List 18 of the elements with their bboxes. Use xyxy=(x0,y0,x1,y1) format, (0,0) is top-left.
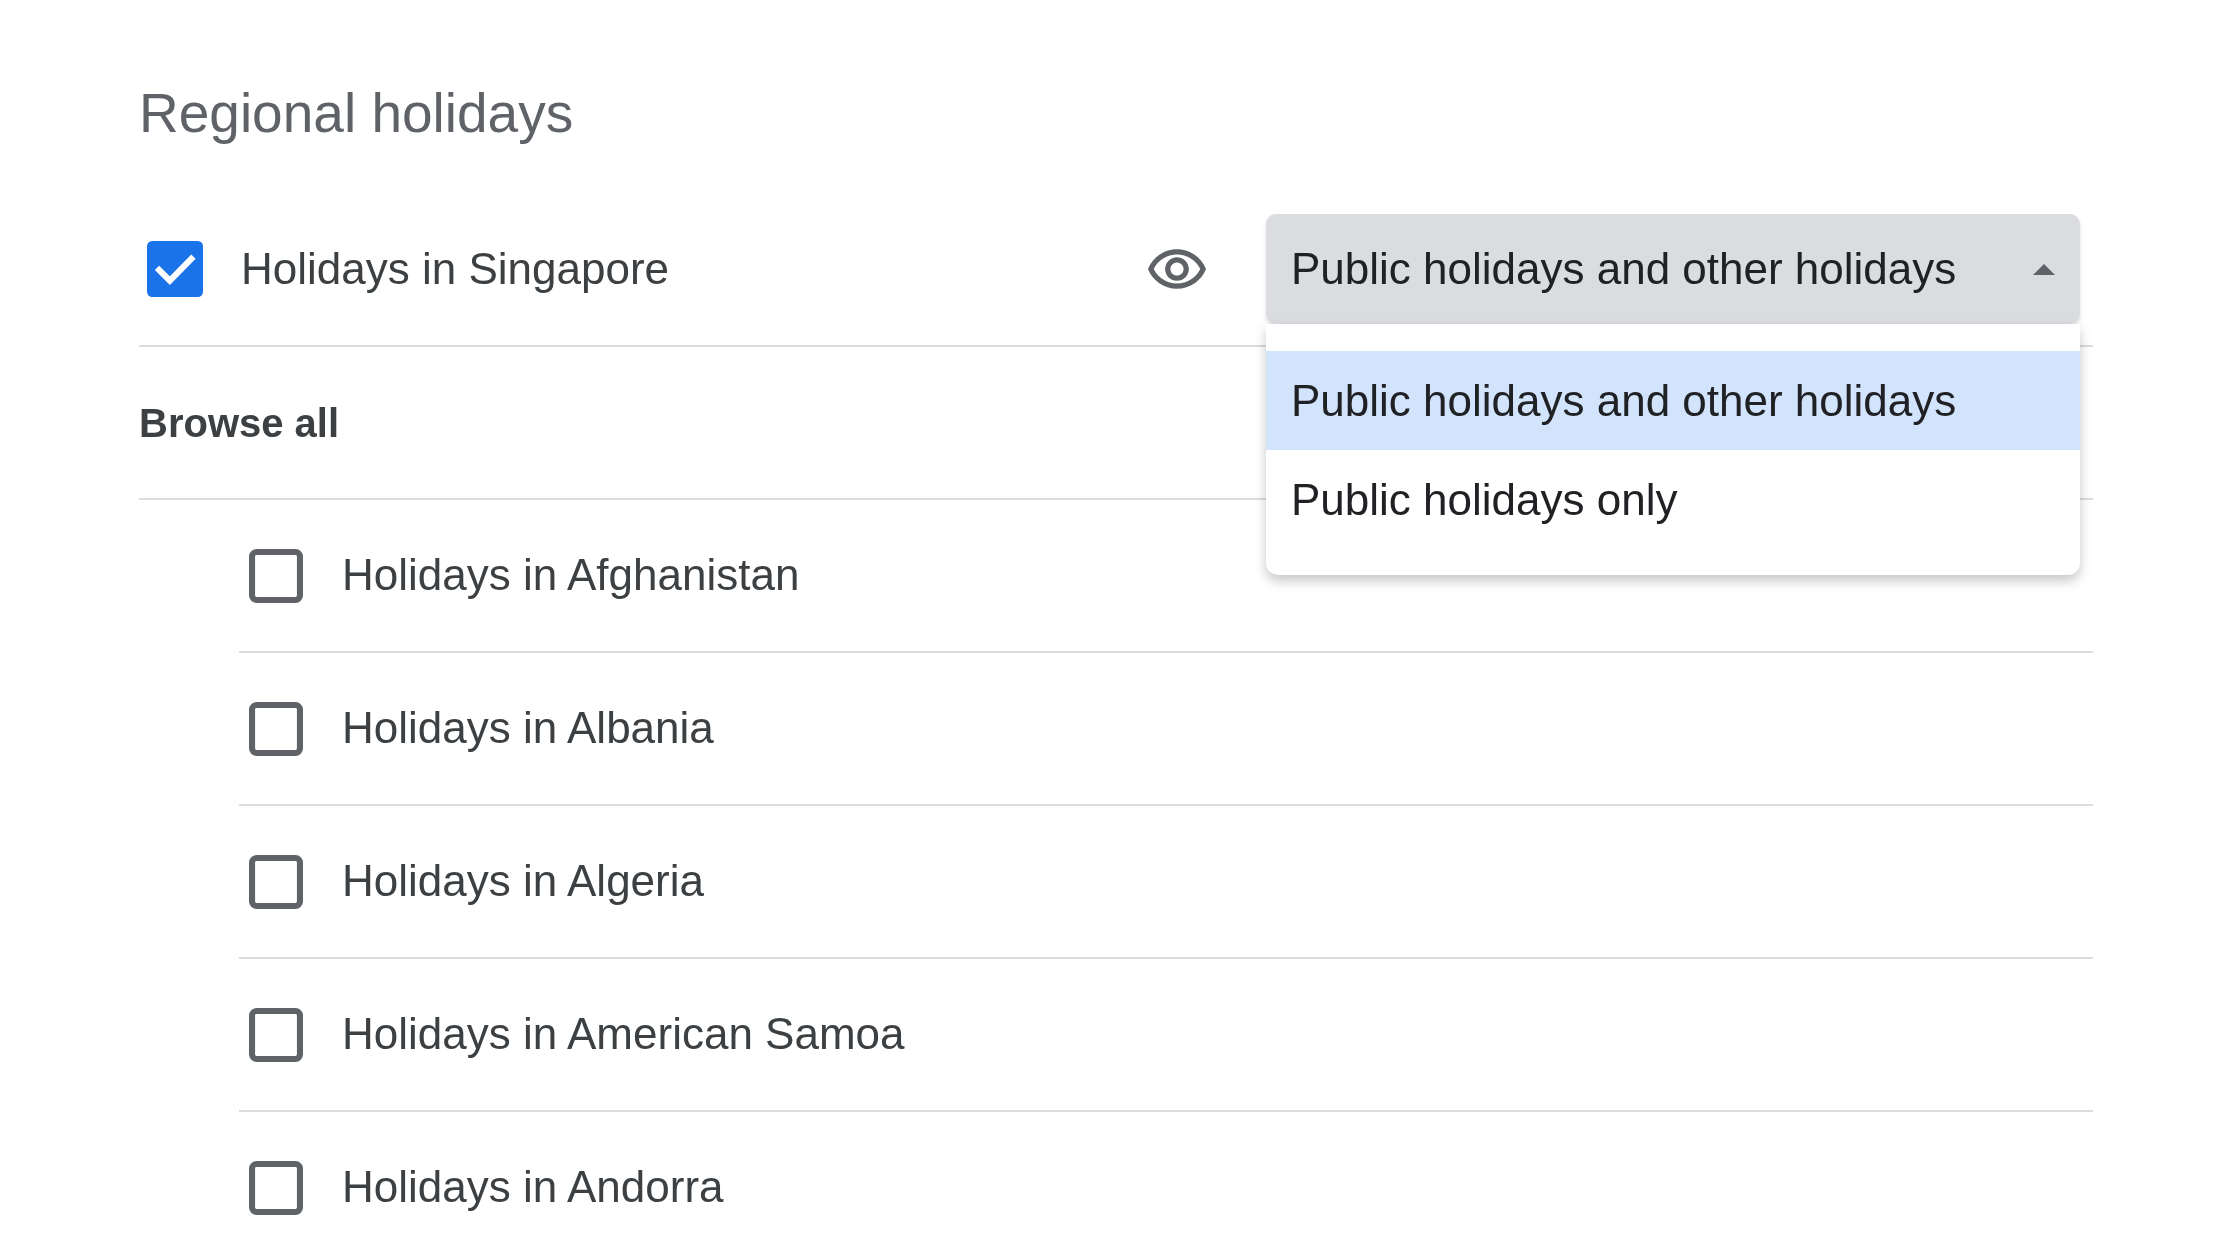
checkbox[interactable] xyxy=(249,854,303,909)
checkbox[interactable] xyxy=(249,548,303,603)
calendar-label: Holidays in Albania xyxy=(342,702,714,755)
calendar-label: Holidays in Algeria xyxy=(342,855,704,908)
calendar-label: Holidays in Singapore xyxy=(241,242,670,295)
dropdown-select[interactable]: Public holidays and other holidays xyxy=(1266,214,2080,324)
section-title: Regional holidays xyxy=(139,81,575,146)
calendar-label: Holidays in American Samoa xyxy=(342,1008,905,1061)
dropdown-option[interactable]: Public holidays and other holidays xyxy=(1266,351,2080,450)
checkbox[interactable] xyxy=(249,701,303,756)
calendar-label: Holidays in Afghanistan xyxy=(342,549,800,602)
dropdown-option[interactable]: Public holidays only xyxy=(1266,450,2080,549)
checkbox[interactable] xyxy=(147,241,203,297)
section-heading: Browse all xyxy=(139,399,340,447)
calendar-label: Holidays in Andorra xyxy=(342,1161,724,1214)
eye-icon[interactable] xyxy=(1148,249,1206,289)
checkbox[interactable] xyxy=(249,1160,303,1215)
checkbox[interactable] xyxy=(249,1007,303,1062)
